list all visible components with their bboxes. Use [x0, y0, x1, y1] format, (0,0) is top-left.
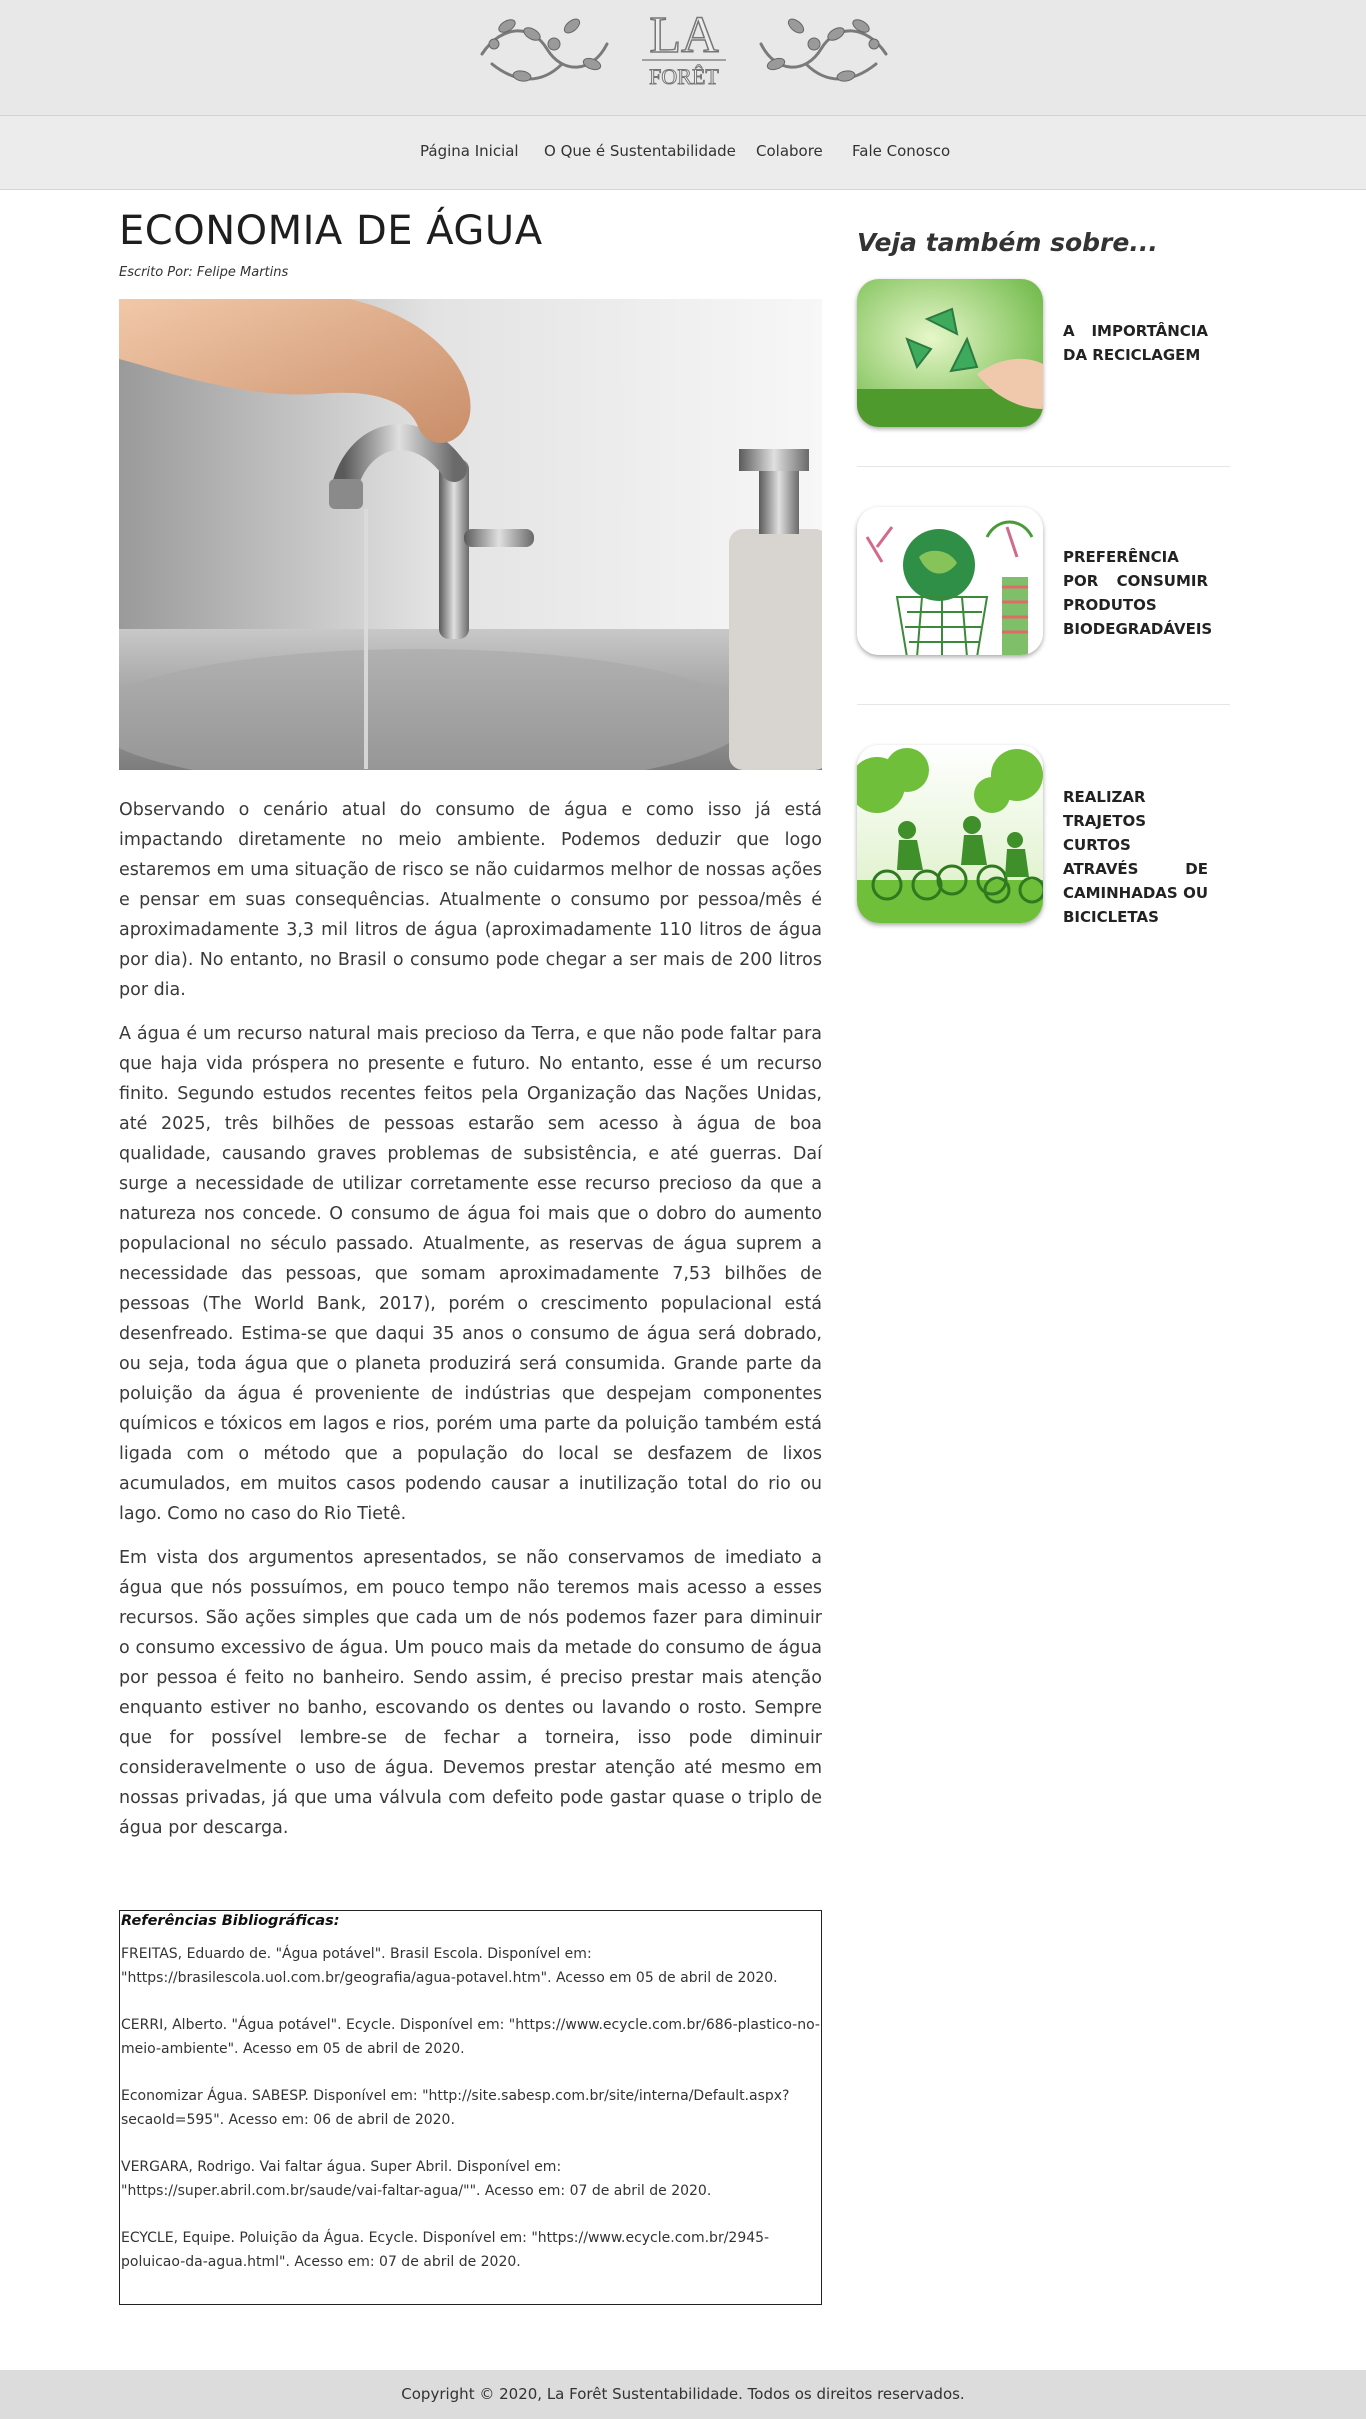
related-card-recycling[interactable]: A IMPORTÂNCIA DA RECICLAGEM: [857, 279, 1230, 429]
article-title: ECONOMIA DE ÁGUA: [119, 208, 543, 254]
eco-shopping-bag-image[interactable]: [857, 507, 1043, 655]
article-hero-image: [119, 299, 822, 770]
main-navigation: Página Inicial O Que é Sustentabilidade …: [0, 116, 1366, 190]
logo-la-text: LA: [649, 7, 719, 64]
sidebar-divider: [857, 466, 1230, 467]
article-paragraph: Observando o cenário atual do consumo de…: [119, 800, 822, 1000]
reference-item: ECYCLE, Equipe. Poluição da Água. Ecycle…: [121, 2230, 770, 2270]
faucet-water-image: [119, 299, 822, 770]
references-title: Referências Bibliográficas:: [121, 1913, 340, 1929]
sidebar-heading: Veja também sobre...: [857, 228, 1158, 257]
site-logo[interactable]: LA FORÊT: [472, 4, 896, 98]
sidebar-divider: [857, 704, 1230, 705]
copyright-text: Copyright © 2020, La Forêt Sustentabilid…: [401, 2385, 965, 2403]
logo-foret-text: FORÊT: [649, 64, 719, 89]
related-card-title[interactable]: A IMPORTÂNCIA DA RECICLAGEM: [1063, 319, 1208, 367]
reference-item: VERGARA, Rodrigo. Vai faltar água. Super…: [121, 2159, 712, 2199]
site-footer: Copyright © 2020, La Forêt Sustentabilid…: [0, 2370, 1366, 2419]
related-card-cycling[interactable]: REALIZAR TRAJETOS CURTOS ATRAVÉS DE CAMI…: [857, 745, 1230, 926]
nav-link-contribute[interactable]: Colabore: [756, 142, 823, 160]
article-body: Observando o cenário atual do consumo de…: [119, 795, 822, 1857]
related-card-title[interactable]: REALIZAR TRAJETOS CURTOS ATRAVÉS DE CAMI…: [1063, 785, 1208, 929]
ornament-logo-icon: LA FORÊT: [480, 6, 888, 90]
reference-item: CERRI, Alberto. "Água potável". Ecycle. …: [121, 2017, 820, 2057]
article-paragraph: A água é um recurso natural mais precios…: [119, 1024, 822, 1524]
cyclists-image[interactable]: [857, 745, 1043, 923]
related-card-biodegradable[interactable]: PREFERÊNCIA POR CONSUMIR PRODUTOS BIODEG…: [857, 507, 1230, 667]
recycle-hand-image[interactable]: [857, 279, 1043, 427]
site-header: LA FORÊT: [0, 0, 1366, 116]
nav-link-contact[interactable]: Fale Conosco: [852, 142, 950, 160]
nav-link-sustainability[interactable]: O Que é Sustentabilidade: [544, 142, 736, 160]
related-card-title[interactable]: PREFERÊNCIA POR CONSUMIR PRODUTOS BIODEG…: [1063, 545, 1212, 641]
article-author: Escrito Por: Felipe Martins: [119, 265, 289, 280]
references-box: Referências Bibliográficas: FREITAS, Edu…: [119, 1910, 822, 2305]
nav-link-home[interactable]: Página Inicial: [420, 142, 519, 160]
reference-item: Economizar Água. SABESP. Disponível em: …: [121, 2088, 790, 2128]
reference-item: FREITAS, Eduardo de. "Água potável". Bra…: [121, 1946, 778, 1986]
article-paragraph: Em vista dos argumentos apresentados, se…: [119, 1548, 822, 1838]
